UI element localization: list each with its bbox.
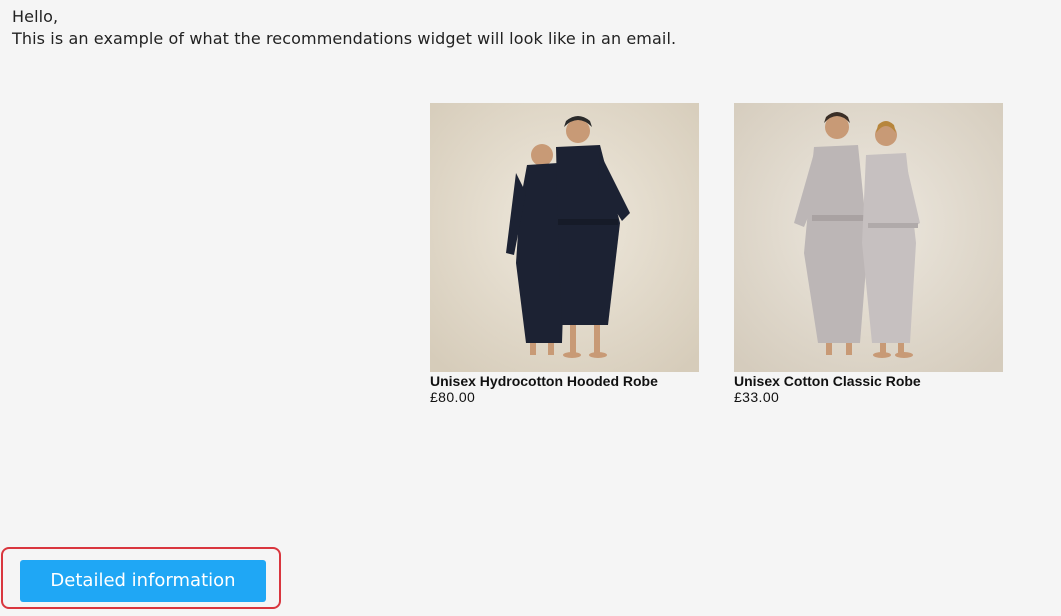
detailed-information-button[interactable]: Detailed information xyxy=(20,560,266,602)
product-image[interactable] xyxy=(430,103,699,372)
product-card[interactable]: Unisex Cotton Classic Robe £33.00 xyxy=(734,103,1003,405)
robe-photo-navy xyxy=(430,103,699,372)
robe-photo-grey xyxy=(734,103,1003,372)
recommendations-widget: Unisex Hydrocotton Hooded Robe £80.00 Un… xyxy=(430,103,1010,423)
product-name[interactable]: Unisex Hydrocotton Hooded Robe xyxy=(430,373,699,389)
product-name[interactable]: Unisex Cotton Classic Robe xyxy=(734,373,1003,389)
greeting-line-intro: This is an example of what the recommend… xyxy=(12,29,677,48)
product-price: £33.00 xyxy=(734,389,780,405)
highlight-frame: Detailed information xyxy=(1,547,281,609)
product-card[interactable]: Unisex Hydrocotton Hooded Robe £80.00 xyxy=(430,103,699,405)
product-price: £80.00 xyxy=(430,389,476,405)
greeting-line-hello: Hello, xyxy=(12,7,59,26)
product-image[interactable] xyxy=(734,103,1003,372)
email-greeting: Hello, This is an example of what the re… xyxy=(12,6,676,50)
